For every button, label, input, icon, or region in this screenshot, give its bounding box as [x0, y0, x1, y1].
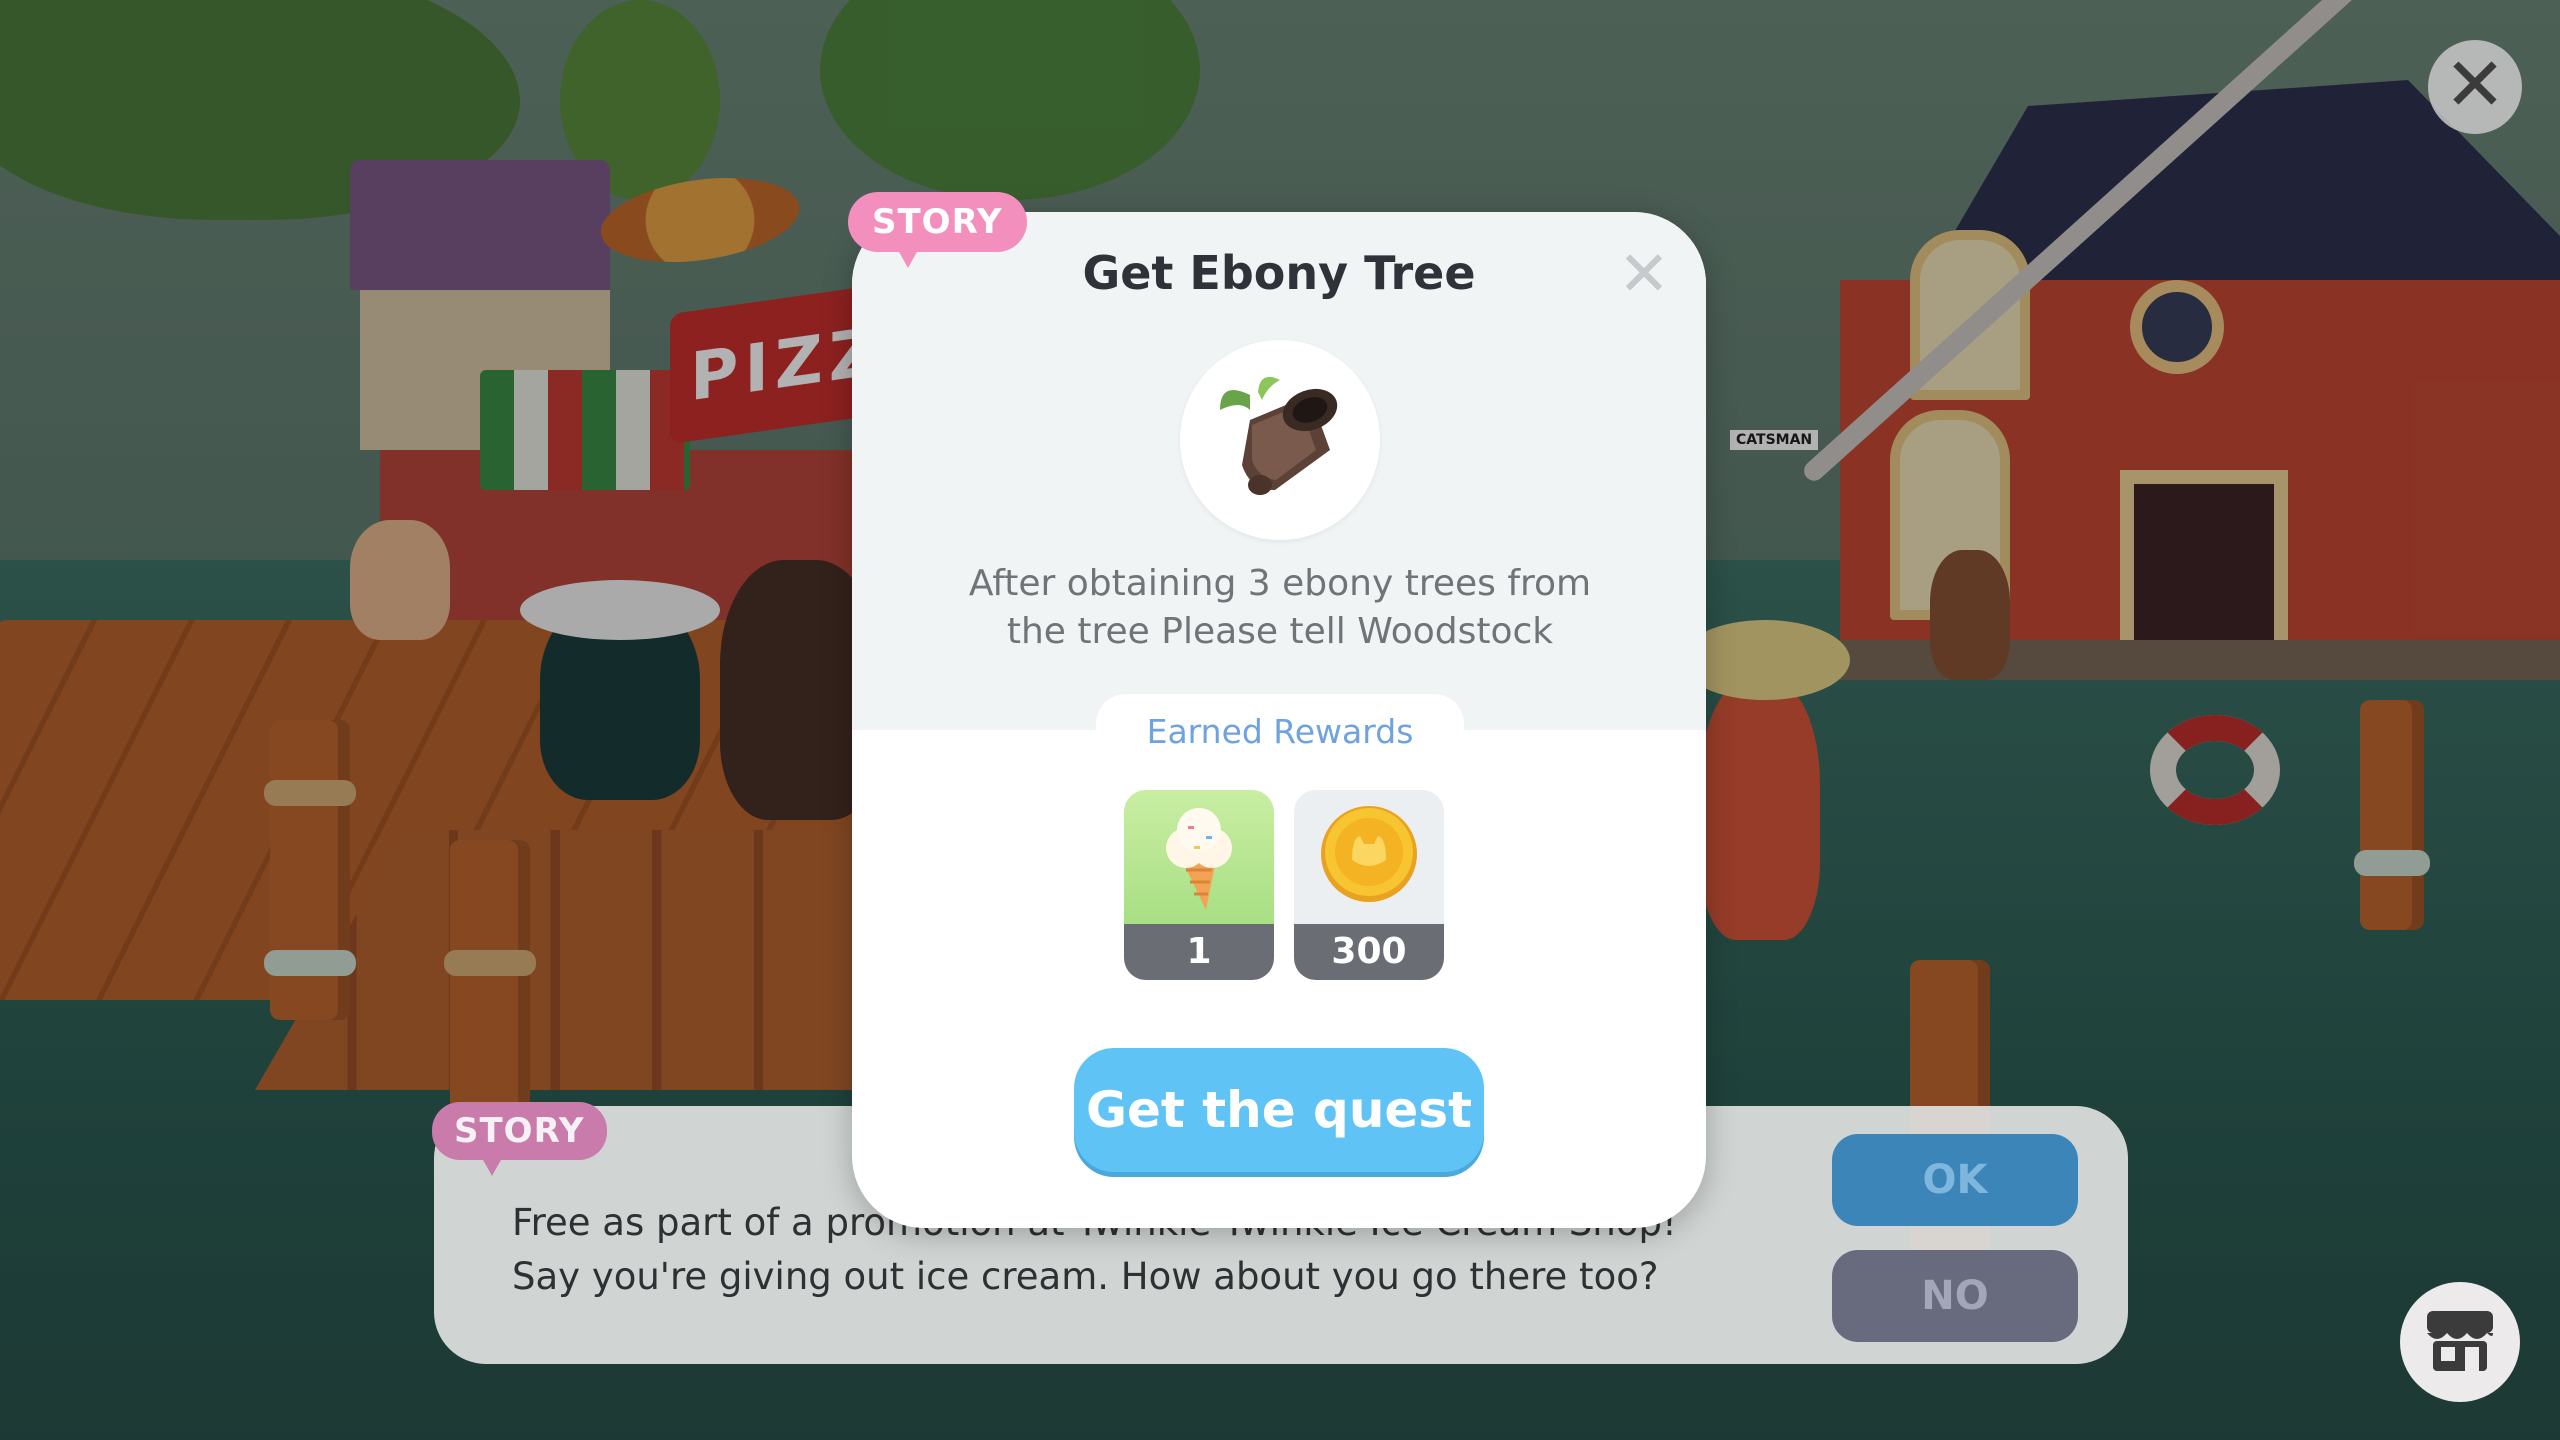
- close-icon: ✕: [2443, 42, 2506, 128]
- modal-close-button[interactable]: ✕: [1614, 237, 1674, 310]
- gold-coin-icon: [1321, 806, 1417, 902]
- ebony-log-icon: [1220, 376, 1338, 495]
- reward-count: 1: [1124, 924, 1274, 980]
- reward-count: 300: [1294, 924, 1444, 980]
- description-line-2: the tree Please tell Woodstock: [1006, 611, 1554, 652]
- shop-icon: [2427, 1311, 2493, 1371]
- modal-title: Get Ebony Tree: [1082, 246, 1476, 300]
- story-line-2: Say you're giving out ice cream. How abo…: [512, 1255, 1659, 1298]
- shop-button[interactable]: [2400, 1282, 2520, 1402]
- ice-cream-icon: [1166, 808, 1232, 910]
- reward-item[interactable]: 300: [1294, 790, 1444, 980]
- close-icon: ✕: [1618, 237, 1670, 310]
- reward-item[interactable]: 1: [1124, 790, 1274, 980]
- get-quest-button[interactable]: Get the quest: [1074, 1048, 1484, 1172]
- story-tag: STORY: [848, 192, 1027, 268]
- description-line-1: After obtaining 3 ebony trees from: [968, 563, 1592, 604]
- no-button[interactable]: NO: [1832, 1250, 2078, 1342]
- story-dialog-tag: STORY: [432, 1102, 607, 1176]
- ok-button[interactable]: OK: [1832, 1134, 2078, 1226]
- item-icon-frame: [1180, 340, 1380, 540]
- rewards-label: Earned Rewards: [1096, 694, 1464, 772]
- close-button[interactable]: ✕: [2428, 40, 2522, 134]
- quest-description: After obtaining 3 ebony trees from the t…: [880, 560, 1680, 656]
